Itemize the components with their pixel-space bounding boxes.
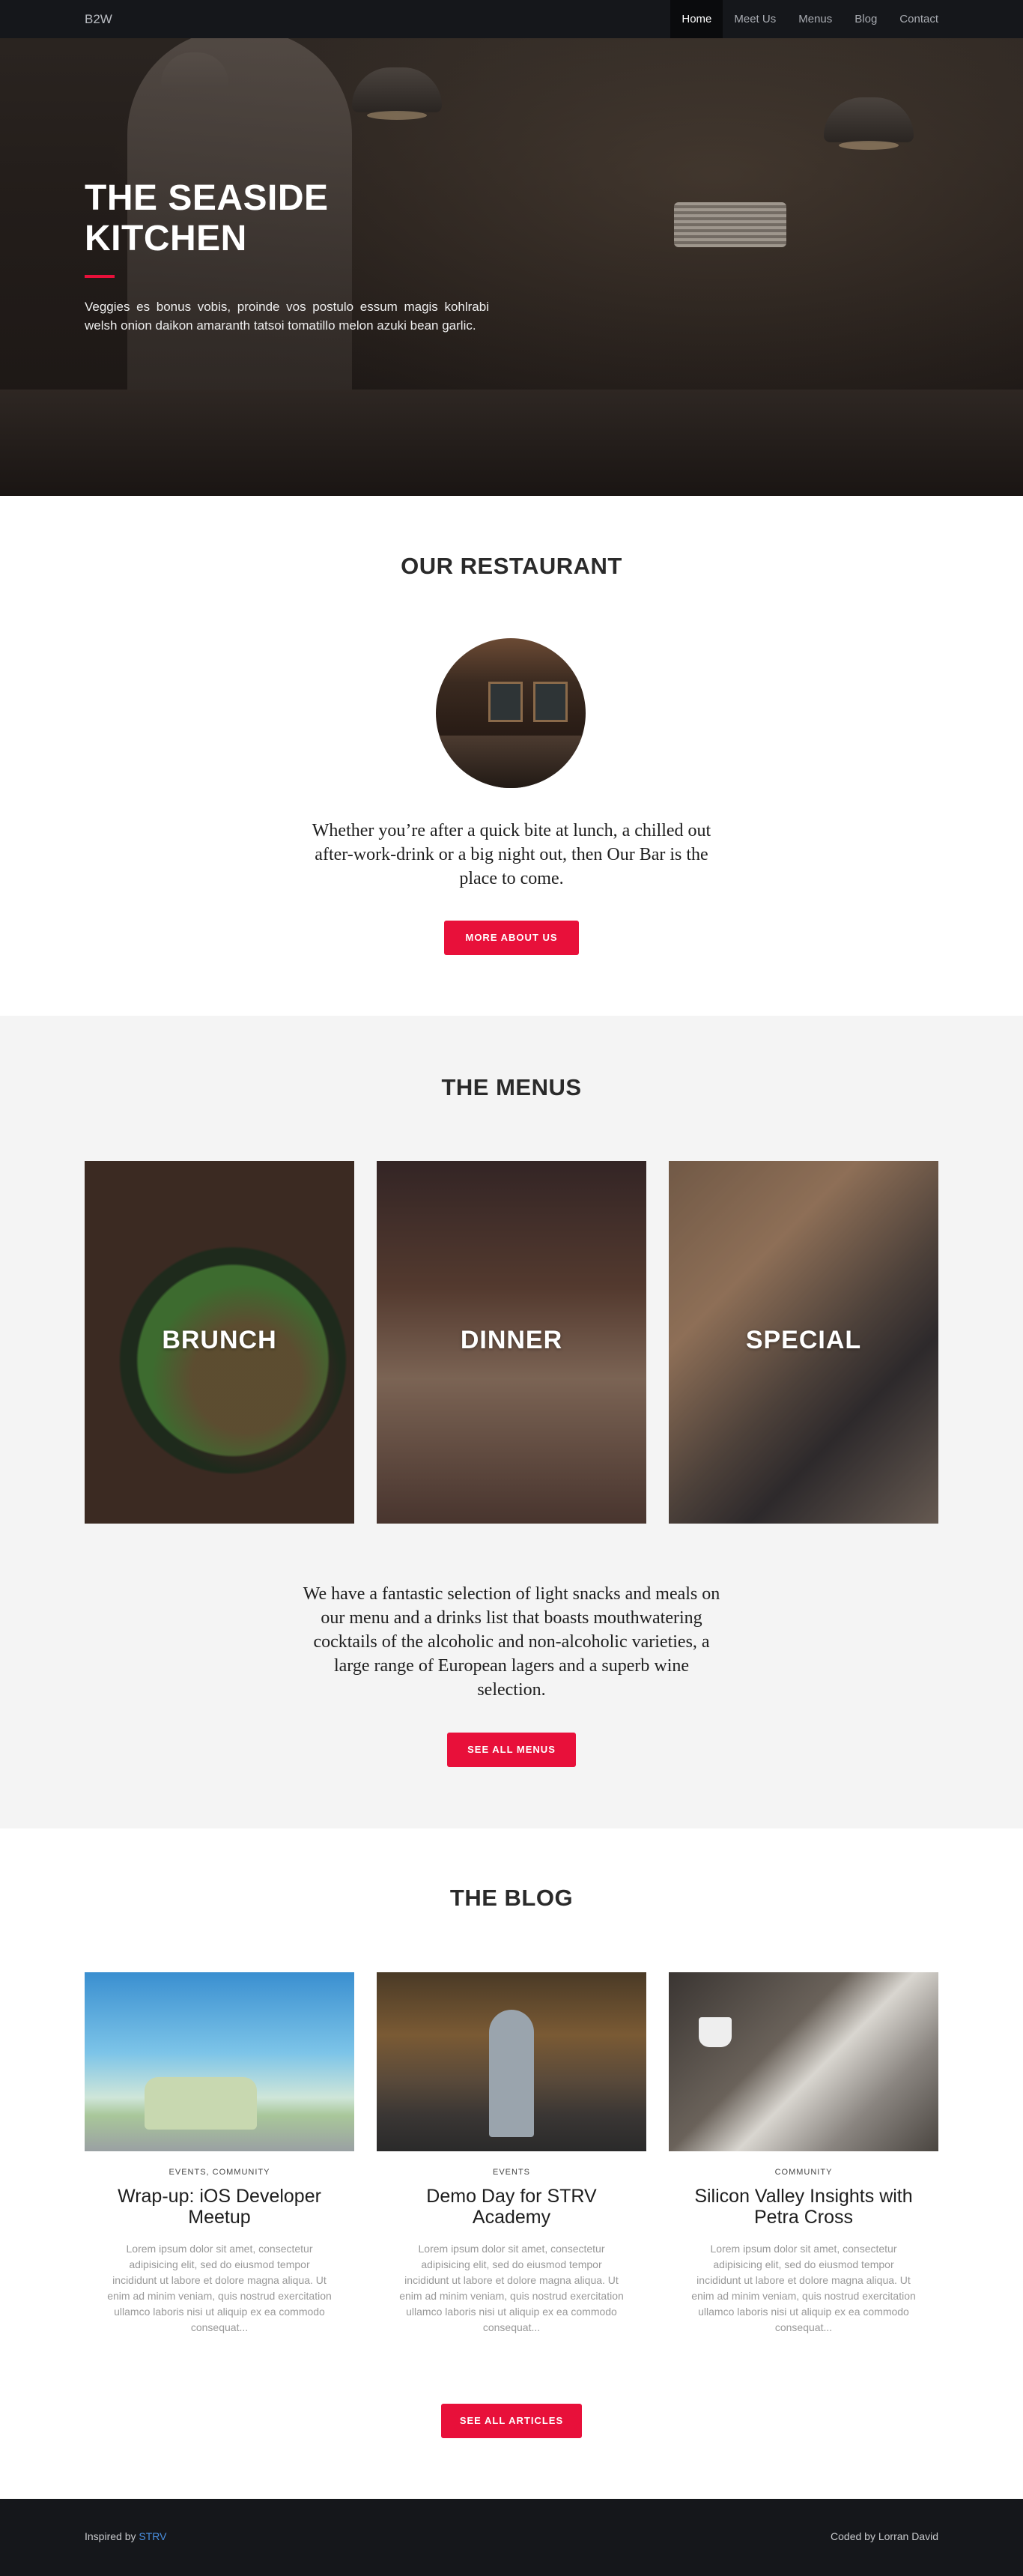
blog-post-title[interactable]: Demo Day for STRV Academy <box>377 2186 646 2228</box>
restaurant-photo-detail <box>488 682 523 722</box>
hero-banner: THE SEASIDE KITCHEN Veggies es bonus vob… <box>0 0 1023 496</box>
cup-illustration <box>699 2017 732 2047</box>
menu-card-label: BRUNCH <box>162 1326 277 1354</box>
nav-item-blog[interactable]: Blog <box>843 0 888 38</box>
blog-section: THE BLOG EVENTS, COMMUNITY Wrap-up: iOS … <box>0 1828 1023 2499</box>
blog-title: THE BLOG <box>449 1885 574 1911</box>
menus-title: THE MENUS <box>441 1074 582 1100</box>
restaurant-quote: Whether you’re after a quick bite at lun… <box>312 821 711 888</box>
blog-post-card[interactable]: COMMUNITY Silicon Valley Insights with P… <box>669 1972 938 2336</box>
blog-post-category: EVENTS <box>492 2168 530 2177</box>
blog-post-title[interactable]: Wrap-up: iOS Developer Meetup <box>85 2186 354 2228</box>
see-all-articles-button[interactable]: SEE ALL ARTICLES <box>441 2404 582 2438</box>
blog-post-card[interactable]: EVENTS, COMMUNITY Wrap-up: iOS Developer… <box>85 1972 354 2336</box>
footer-credit: Coded by Lorran David <box>831 2530 938 2542</box>
blog-post-excerpt: Lorem ipsum dolor sit amet, consectetur … <box>691 2243 916 2333</box>
nav-item-menus[interactable]: Menus <box>787 0 843 38</box>
nav-menu: Home Meet Us Menus Blog Contact <box>670 0 950 38</box>
restaurant-photo-detail <box>436 736 586 788</box>
blog-post-image <box>85 1972 354 2151</box>
blog-post-category: COMMUNITY <box>774 2168 833 2177</box>
restaurant-photo-detail <box>533 682 568 722</box>
menu-card-label: SPECIAL <box>745 1326 862 1354</box>
hero-title-line2: KITCHEN <box>85 219 247 258</box>
blog-post-image <box>669 1972 938 2151</box>
nav-item-home[interactable]: Home <box>670 0 723 38</box>
menu-card-dinner[interactable]: DINNER <box>377 1161 646 1524</box>
walker-illustration <box>489 2010 534 2137</box>
see-all-menus-button[interactable]: SEE ALL MENUS <box>447 1733 576 1767</box>
hero-accent-bar <box>85 275 115 278</box>
footer-inspired: Inspired by STRV <box>85 2530 166 2542</box>
restaurant-title: OUR RESTAURANT <box>401 553 622 579</box>
hero-title: THE SEASIDE KITCHEN <box>85 178 459 259</box>
blog-post-title[interactable]: Silicon Valley Insights with Petra Cross <box>669 2186 938 2228</box>
blog-post-category: EVENTS, COMMUNITY <box>169 2168 270 2177</box>
top-navbar: B2W Home Meet Us Menus Blog Contact <box>0 0 1023 38</box>
blog-post-card[interactable]: EVENTS Demo Day for STRV Academy Lorem i… <box>377 1972 646 2336</box>
menu-card-special[interactable]: SPECIAL <box>669 1161 938 1524</box>
menu-card-label: DINNER <box>460 1326 563 1354</box>
menus-description: We have a fantastic selection of light s… <box>303 1584 720 1700</box>
restaurant-photo <box>436 638 586 788</box>
menus-section: THE MENUS BRUNCH DINNER SPECIAL We have … <box>0 1016 1023 1828</box>
blog-post-image <box>377 1972 646 2151</box>
footer-strv-link[interactable]: STRV <box>139 2530 166 2542</box>
more-about-us-button[interactable]: MORE ABOUT US <box>444 921 579 955</box>
hero-description: Veggies es bonus vobis, proinde vos post… <box>85 300 489 333</box>
restaurant-section: OUR RESTAURANT Whether you’re after a qu… <box>0 496 1023 1016</box>
blog-post-excerpt: Lorem ipsum dolor sit amet, consectetur … <box>399 2243 624 2333</box>
brand-logo[interactable]: B2W <box>85 0 112 38</box>
footer: Inspired by STRV Coded by Lorran David <box>0 2499 1023 2576</box>
hero-counter-decoration <box>0 390 1023 496</box>
blog-post-excerpt: Lorem ipsum dolor sit amet, consectetur … <box>107 2243 332 2333</box>
nav-item-contact[interactable]: Contact <box>888 0 950 38</box>
van-illustration <box>145 2077 257 2130</box>
footer-inspired-prefix: Inspired by <box>85 2530 136 2542</box>
hero-plates-decoration <box>674 202 786 247</box>
nav-item-meet-us[interactable]: Meet Us <box>723 0 787 38</box>
menu-card-brunch[interactable]: BRUNCH <box>85 1161 354 1524</box>
hero-title-line1: THE SEASIDE <box>85 178 329 218</box>
